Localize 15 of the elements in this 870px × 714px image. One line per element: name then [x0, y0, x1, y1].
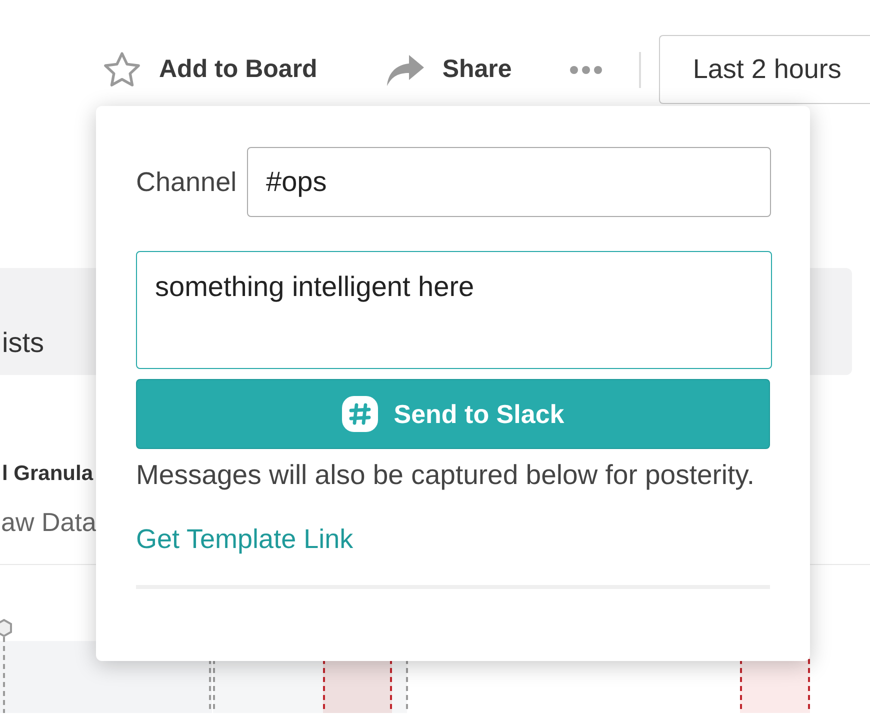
message-input[interactable]: something intelligent here — [136, 251, 772, 369]
channel-label: Channel — [136, 166, 238, 198]
more-icon[interactable] — [570, 66, 602, 74]
filter-text: ists — [2, 326, 44, 360]
capture-note: Messages will also be captured below for posterity. — [136, 462, 755, 488]
section-subtitle: aw Data — [1, 506, 96, 538]
add-to-board-button[interactable]: Add to Board — [104, 52, 318, 87]
share-button[interactable]: Share — [386, 54, 512, 86]
channel-input[interactable]: #ops — [247, 147, 771, 217]
star-icon — [104, 52, 140, 87]
section-title: l Granula — [2, 461, 94, 487]
share-arrow-icon — [386, 54, 424, 86]
event-marker-icon — [0, 618, 12, 638]
time-range-button[interactable]: Last 2 hours — [658, 35, 870, 104]
hash-icon — [342, 396, 378, 432]
